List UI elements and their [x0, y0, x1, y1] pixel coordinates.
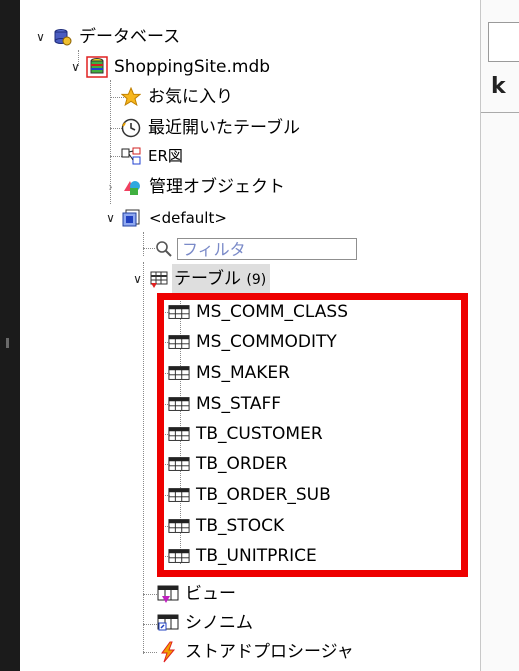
- chevron-down-icon[interactable]: ∨: [67, 52, 84, 82]
- tree-label: テーブル (9): [172, 263, 271, 295]
- chevron-down-icon[interactable]: ∨: [129, 264, 146, 294]
- right-panel-glyph: k: [491, 74, 506, 99]
- tree-node-mgmt-objects[interactable]: › 管理オブジェクト: [102, 172, 285, 202]
- right-panel-divider: [481, 112, 519, 113]
- database-tree: ∨ データベース ∨ ShoppingSite.mdb お気に入り 最近開いたテ…: [20, 0, 480, 671]
- splitter-grip[interactable]: [6, 338, 9, 348]
- er-diagram-icon: [120, 145, 142, 167]
- tree-label: ShoppingSite.mdb: [114, 57, 271, 77]
- tree-label: データベース: [79, 27, 181, 47]
- filter-input[interactable]: [177, 238, 357, 260]
- left-dark-panel: [0, 0, 20, 671]
- star-icon: [120, 86, 142, 108]
- tree-node-recent[interactable]: 最近開いたテーブル: [100, 113, 300, 143]
- tree-label: お気に入り: [148, 87, 233, 107]
- tree-label: ER図: [148, 147, 183, 165]
- tree-label: 最近開いたテーブル: [148, 118, 300, 138]
- tree-node-favorites[interactable]: お気に入り: [100, 82, 233, 112]
- tree-node-er-diagram[interactable]: ER図: [100, 141, 183, 171]
- shapes-icon: [121, 176, 143, 198]
- tree-node-synonyms[interactable]: シノニム: [157, 608, 253, 638]
- tree-label: ストアドプロシージャ: [185, 642, 354, 662]
- tree-line: [143, 262, 144, 654]
- schema-icon: [121, 207, 143, 229]
- tree-line: [143, 232, 144, 256]
- tree-node-tables[interactable]: ∨ テーブル (9): [129, 263, 271, 295]
- chevron-down-icon[interactable]: ∨: [32, 22, 49, 52]
- database-icon: [51, 26, 73, 48]
- tree-node-db-file[interactable]: ∨ ShoppingSite.mdb: [67, 52, 270, 82]
- synonym-icon: [157, 612, 179, 634]
- view-icon: [157, 583, 179, 605]
- tree-node-filter: [155, 234, 357, 264]
- clock-history-icon: [120, 117, 142, 139]
- tree-node-stored-procedures[interactable]: ストアドプロシージャ: [157, 637, 354, 667]
- chevron-down-icon[interactable]: ∨: [102, 203, 119, 233]
- tree-node-schema-default[interactable]: ∨ <default>: [102, 203, 227, 233]
- tree-label: 管理オブジェクト: [149, 177, 285, 197]
- database-file-icon: [86, 56, 108, 78]
- table-folder-icon: [148, 268, 170, 290]
- tree-line: [143, 652, 157, 653]
- lightning-icon: [157, 641, 179, 663]
- chevron-right-icon[interactable]: ›: [102, 172, 119, 202]
- right-panel-edge: k: [480, 0, 519, 671]
- highlight-box: [157, 293, 468, 577]
- tree-node-views[interactable]: ビュー: [157, 579, 236, 609]
- tree-line: [143, 624, 157, 625]
- search-icon: [155, 238, 173, 260]
- tree-node-database[interactable]: ∨ データベース: [32, 22, 180, 52]
- tree-line: [143, 594, 157, 595]
- tree-label: <default>: [149, 209, 227, 227]
- tree-line: [143, 248, 155, 249]
- tree-label: シノニム: [185, 613, 253, 633]
- right-panel-field: [488, 22, 519, 62]
- tree-label: ビュー: [185, 584, 236, 604]
